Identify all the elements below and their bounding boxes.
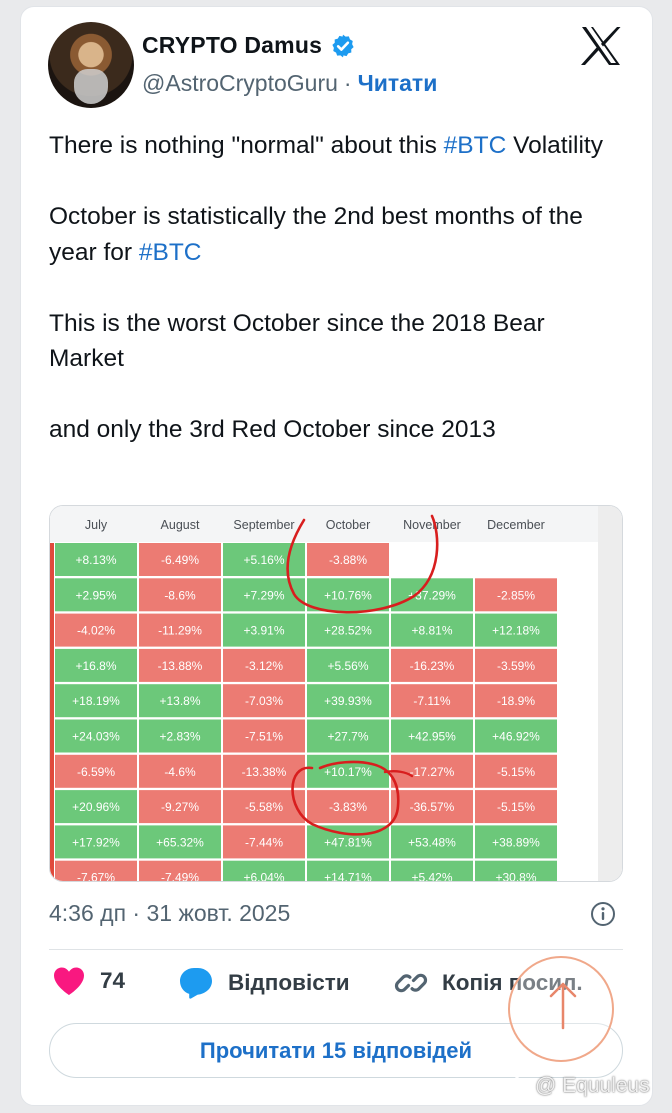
info-icon[interactable] [590,901,616,927]
table-cell-value: -5.58% [245,800,283,814]
tweet-timestamp[interactable]: 4:36 дп · 31 жовт. 2025 [49,900,290,927]
table-cell-value: -3.59% [497,659,535,673]
x-logo-icon[interactable] [580,26,622,66]
table-cell-value: +5.16% [243,553,284,567]
tweet-text: There is nothing "normal" about this #BT… [49,128,609,448]
tweet-paragraph: October is statistically the 2nd best mo… [49,203,583,266]
reply-button[interactable]: Відповісти [178,966,350,1000]
table-cell-value: -13.38% [242,765,287,779]
table-cell-value: +18.19% [72,694,120,708]
author-avatar[interactable] [48,22,134,108]
table-header-august: August [161,518,200,532]
table-header-october: October [326,518,370,532]
table-cell-value: +47.81% [324,835,372,849]
table-cell-value: +5.42% [411,871,452,882]
table-cell-value: -4.6% [164,765,196,779]
table-cell-value: -5.15% [497,765,535,779]
hashtag-link[interactable]: #BTC [139,239,202,266]
table-header-september: September [233,518,294,532]
reply-bubble-icon [180,968,212,999]
table-cell-value: +28.52% [324,624,372,638]
heart-icon [54,967,84,995]
table-cell-value: -7.67% [77,871,115,882]
table-cell-value: -16.23% [410,659,455,673]
table-cell-value: -36.57% [410,800,455,814]
table-cell-value: -7.44% [245,835,283,849]
table-cell-value: -17.27% [410,765,455,779]
tweet-paragraph: This is the worst October since the 2018… [49,309,545,373]
table-cell-value: +16.8% [75,659,116,673]
table-cell-value: -18.9% [497,694,535,708]
table-cell-value: +2.83% [159,730,200,744]
table-cell-value: +5.56% [327,659,368,673]
binance-logo-icon [506,1075,528,1097]
table-cell-value: -9.27% [161,800,199,814]
table-cell-value: -3.12% [245,659,283,673]
table-cell-value: +12.18% [492,624,540,638]
table-cell-value: +10.76% [324,588,372,602]
table-cell-value: -13.88% [158,659,203,673]
table-cell-value: +24.03% [72,730,120,744]
table-cell-value: -11.29% [158,624,202,638]
table-cell-value: +20.96% [72,800,120,814]
table-cell-value: +3.91% [243,624,284,638]
follow-link[interactable]: Читати [358,70,438,97]
table-cell-value: +39.93% [324,694,372,708]
table-header-december: December [487,518,545,532]
like-button[interactable]: 74 [52,966,125,996]
table-header-july: July [85,518,108,532]
author-handle-row: @AstroCryptoGuru · Читати [142,70,437,97]
author-handle[interactable]: @AstroCryptoGuru [142,70,338,97]
table-cell-value: +13.8% [159,694,200,708]
table-cell-value: +46.92% [492,730,540,744]
table-cell-value: +8.81% [411,624,452,638]
table-scroll-gutter [598,506,622,881]
media-image[interactable]: July August September October November Decemb… [49,505,623,882]
table-cell-value: -4.02% [77,624,115,638]
table-cell-value: +10.17% [324,765,372,779]
table-cell-value: -7.49% [161,871,199,882]
table-cell-value: +38.89% [492,835,540,849]
table-cell-value: -3.83% [329,800,367,814]
table-cell-value: -7.51% [245,730,283,744]
author-name-row: CRYPTO Damus [142,32,356,59]
table-cell-value: +42.95% [408,730,456,744]
table-cell-value: -3.88% [329,553,367,567]
table-left-edge [50,543,54,881]
table-cell-value: +53.48% [408,835,456,849]
handle-separator: · [343,70,352,96]
author-display-name[interactable]: CRYPTO Damus [142,32,322,59]
table-cell-value: -2.85% [497,588,535,602]
table-header-november: November [403,518,461,532]
table-cell-value: +30.8% [495,871,536,882]
divider [49,949,623,950]
table-cell-value: -8.6% [164,588,196,602]
table-cell-value: -6.59% [77,765,115,779]
like-count: 74 [100,968,126,993]
hashtag-link[interactable]: #BTC [444,132,507,159]
watermark-text: @ Equuleus [535,1074,650,1097]
table-cell-value: -5.15% [497,800,535,814]
table-cell-value: +17.92% [72,835,120,849]
table-cell-value: +14.71% [324,871,372,882]
arrow-up-icon [549,982,577,1030]
returns-table-image: July August September October November Decemb… [50,506,622,882]
table-cell-value: +2.95% [75,588,116,602]
tweet-paragraph: There is nothing "normal" about this #BT… [49,132,603,159]
reply-label: Відповісти [228,970,350,995]
watermark: @ Equuleus [505,1074,650,1098]
scroll-to-top-button[interactable] [508,956,614,1062]
table-cell-value: +65.32% [156,835,204,849]
tweet-paragraph: and only the 3rd Red October since 2013 [49,416,496,443]
table-cell-value: -7.03% [245,694,283,708]
table-cell-value: +8.13% [75,553,116,567]
verified-badge-icon [332,34,354,57]
table-cell-value: +6.04% [243,871,284,882]
table-cell-value: -7.11% [413,694,450,708]
table-cell-value: +7.29% [243,588,284,602]
link-icon [394,973,428,993]
table-cell-value: +27.7% [327,730,368,744]
table-cell-value: -6.49% [161,553,199,567]
